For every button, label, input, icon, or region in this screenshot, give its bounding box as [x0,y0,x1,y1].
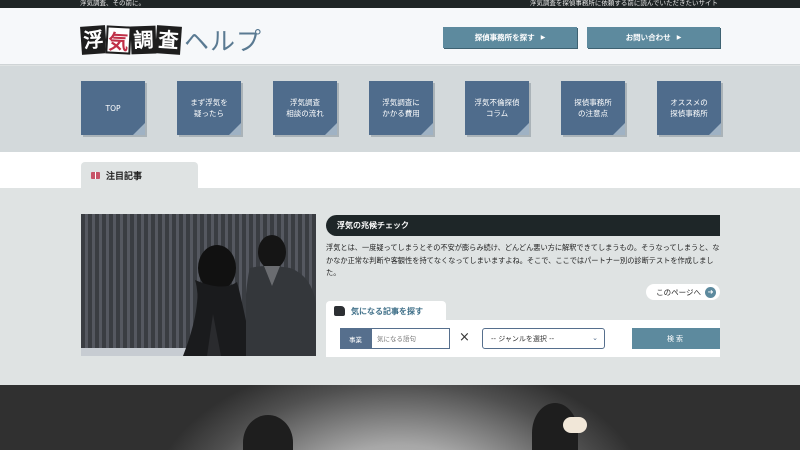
featured-tab: 注目記事 [81,162,198,189]
search-tab-label: 気になる記事を探す [351,306,423,316]
person-silhouette [243,415,293,450]
nav-item-label: 浮気調査に かかる費用 [382,98,420,118]
find-agency-label: 探偵事務所を探す [474,33,535,42]
nav-item-label: まず浮気を 疑ったら [190,98,228,118]
genre-select-value: -- ジャンルを選択 -- [491,334,555,343]
hero-image [0,385,800,450]
times-symbol: × [459,330,470,345]
nav-item-first-suspicion[interactable]: まず浮気を 疑ったら [177,81,241,135]
logo-char: 調 [130,25,157,55]
chevron-down-icon: ⌄ [592,334,598,342]
search-tab: 気になる記事を探す [326,301,446,321]
site-logo[interactable]: 浮 気 調 査 ヘルプ [80,22,263,58]
nav-item-consultation-flow[interactable]: 浮気調査 相談の流れ [273,81,337,135]
article-excerpt: 浮気とは、一度疑ってしまうとその不安が膨らみ続け、どんどん悪い方に解釈できてしま… [326,243,720,278]
logo-tail-text: ヘルプ [184,27,263,56]
contact-label: お問い合わせ [625,33,671,42]
nav-item-label: 探偵事務所 の注意点 [574,98,612,118]
nav-item-top[interactable]: TOP [81,81,145,135]
thumbs-up-icon [334,306,345,316]
article-title[interactable]: 浮気の兆候チェック [326,215,720,236]
logo-boxed-chars: 浮 気 調 査 [80,25,182,55]
triangle-right-icon: ▶ [540,34,546,41]
site-header: 浮 気 調 査 ヘルプ 探偵事務所を探す ▶ お問い合わせ ▶ [0,8,800,65]
book-icon [91,172,100,179]
featured-tab-label: 注目記事 [106,172,143,182]
woman-figure [183,245,253,356]
keyword-label: 事業 [340,328,371,349]
nav-item-costs[interactable]: 浮気調査に かかる費用 [369,81,433,135]
man-figure [246,235,316,356]
contact-button[interactable]: お問い合わせ ▶ [587,27,720,48]
tagline: 浮気調査、その前に。 [80,0,145,7]
arrow-right-circle-icon: ➜ [705,286,716,298]
find-agency-button[interactable]: 探偵事務所を探す ▶ [443,27,577,48]
nav-item-label: TOP [105,103,121,113]
keyword-input[interactable] [371,328,450,349]
read-more-button[interactable]: このページへ ➜ [646,284,720,300]
article-photo[interactable] [81,214,316,356]
read-more-label: このページへ [656,287,701,297]
site-description: 浮気調査を探偵事務所に依頼する前に読んでいただきたいサイト [529,0,718,7]
triangle-right-icon: ▶ [676,34,682,41]
logo-char: 査 [155,25,182,55]
main-nav: TOP まず浮気を 疑ったら 浮気調査 相談の流れ 浮気調査に かかる費用 浮気… [0,66,800,152]
logo-char: 浮 [80,25,107,55]
top-bar: 浮気調査、その前に。 浮気調査を探偵事務所に依頼する前に読んでいただきたいサイト [0,0,800,8]
nav-item-label: オススメの 探偵事務所 [670,98,708,118]
logo-char: 気 [105,25,132,55]
nav-item-cautions[interactable]: 探偵事務所 の注意点 [561,81,625,135]
nav-item-label: 浮気調査 相談の流れ [286,98,324,118]
nav-item-label: 浮気不倫探偵 コラム [474,98,520,118]
genre-select[interactable]: -- ジャンルを選択 -- ⌄ [482,328,605,349]
search-button[interactable]: 検索 [632,328,720,349]
hair-scrunchie [563,417,587,433]
nav-item-column[interactable]: 浮気不倫探偵 コラム [465,81,529,135]
nav-item-recommended[interactable]: オススメの 探偵事務所 [657,81,721,135]
